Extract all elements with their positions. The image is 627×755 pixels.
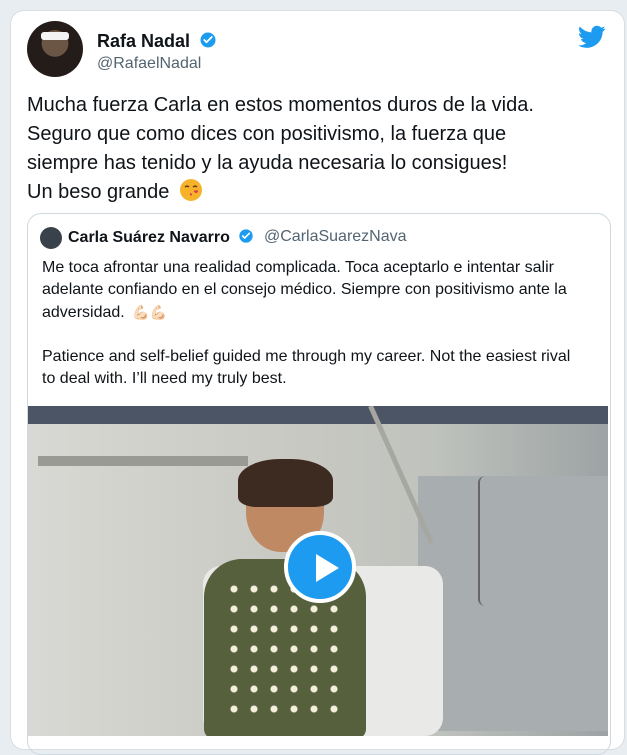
quoted-tweet[interactable]: Carla Suárez Navarro @CarlaSuarezNava Me… bbox=[27, 213, 611, 755]
tweet-line: Seguro que como dices con positivismo, l… bbox=[27, 123, 507, 145]
tweet-card: Rafa Nadal @RafaelNadal Mucha fuerza Car… bbox=[10, 10, 625, 755]
quoted-line: adelante confiando en el consejo médico.… bbox=[42, 281, 567, 298]
author-handle[interactable]: @RafaelNadal bbox=[97, 55, 201, 73]
quoted-line: Patience and self-belief guided me throu… bbox=[42, 348, 571, 365]
tweet-line: siempre has tenido y la ayuda necesaria … bbox=[27, 152, 508, 174]
tweet-line-with-emoji: Un beso grande bbox=[27, 178, 607, 207]
author-name[interactable]: Rafa Nadal bbox=[97, 31, 217, 52]
power-cable bbox=[478, 476, 492, 606]
play-button-icon[interactable] bbox=[284, 531, 356, 603]
ceiling-strip bbox=[28, 406, 608, 424]
verified-badge-icon bbox=[239, 229, 253, 243]
quoted-line-with-emoji: adversidad. 💪🏻💪🏻 bbox=[42, 301, 602, 324]
tweet-line: Mucha fuerza Carla en estos momentos dur… bbox=[27, 94, 534, 116]
video-preview[interactable] bbox=[28, 406, 608, 736]
quoted-tweet-text: Me toca afrontar una realidad complicada… bbox=[42, 257, 602, 390]
kissing-face-icon bbox=[179, 179, 202, 201]
quoted-author-name-text[interactable]: Carla Suárez Navarro bbox=[68, 229, 230, 246]
quoted-author-handle[interactable]: @CarlaSuarezNava bbox=[264, 228, 407, 246]
person-hair bbox=[238, 459, 333, 507]
quoted-line: Me toca afrontar una realidad complicada… bbox=[42, 259, 554, 276]
quoted-line: to deal with. I’ll need my truly best. bbox=[42, 370, 287, 387]
author-avatar[interactable] bbox=[27, 21, 83, 77]
quoted-line: adversidad. bbox=[42, 304, 125, 321]
wall-panel bbox=[418, 476, 608, 731]
twitter-bird-icon[interactable] bbox=[578, 25, 606, 49]
quoted-author-name[interactable]: Carla Suárez Navarro bbox=[68, 228, 254, 247]
quoted-author-avatar[interactable] bbox=[40, 227, 62, 249]
author-name-text[interactable]: Rafa Nadal bbox=[97, 31, 190, 51]
person-in-video bbox=[204, 459, 366, 736]
tweet-line: Un beso grande bbox=[27, 181, 170, 203]
flexed-biceps-icon: 💪🏻💪🏻 bbox=[132, 304, 168, 320]
verified-badge-icon bbox=[200, 32, 216, 48]
tweet-text: Mucha fuerza Carla en estos momentos dur… bbox=[27, 91, 607, 207]
